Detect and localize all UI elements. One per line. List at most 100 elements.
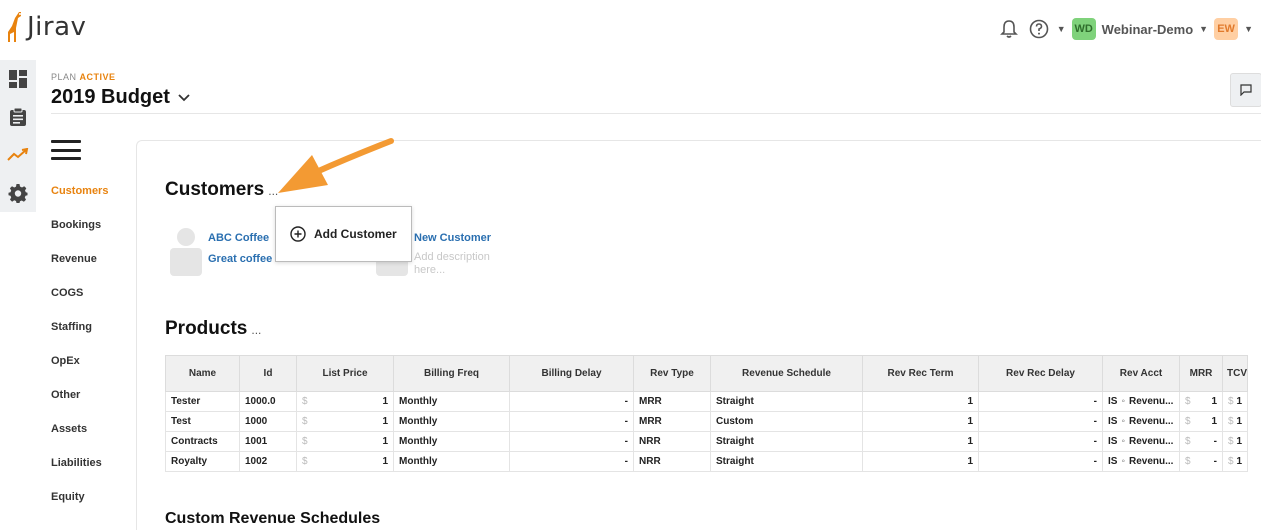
- user-avatar[interactable]: EW: [1214, 18, 1239, 40]
- rev-rec-term-cell[interactable]: 1: [967, 456, 973, 467]
- rev-type-cell[interactable]: MRR: [639, 416, 662, 427]
- product-id-cell[interactable]: 1002: [245, 456, 267, 467]
- add-customer-popover[interactable]: Add Customer: [275, 206, 412, 262]
- rev-rec-delay-cell[interactable]: -: [1094, 396, 1097, 407]
- column-header[interactable]: Id: [239, 355, 297, 392]
- clipboard-icon[interactable]: [0, 98, 36, 136]
- list-price-cell[interactable]: 1: [382, 396, 388, 407]
- dashboard-icon[interactable]: [0, 60, 36, 98]
- revenue-schedule-cell[interactable]: Straight: [716, 436, 754, 447]
- gear-icon[interactable]: [0, 174, 36, 212]
- nav-item-revenue[interactable]: Revenue: [51, 252, 108, 286]
- product-name-cell[interactable]: Contracts: [171, 436, 218, 447]
- nav-item-other[interactable]: Other: [51, 388, 108, 422]
- column-header[interactable]: TCV: [1222, 355, 1248, 392]
- products-more-button[interactable]: ...: [251, 323, 261, 337]
- billing-freq-cell[interactable]: Monthly: [399, 416, 437, 427]
- rev-acct-cell[interactable]: Revenu...: [1129, 416, 1173, 427]
- revenue-schedule-cell[interactable]: Straight: [716, 396, 754, 407]
- column-header[interactable]: Revenue Schedule: [710, 355, 863, 392]
- plan-title-selector[interactable]: 2019 Budget: [51, 86, 190, 109]
- nav-item-staffing[interactable]: Staffing: [51, 320, 108, 354]
- rev-rec-delay-cell[interactable]: -: [1094, 416, 1097, 427]
- product-name-cell[interactable]: Test: [171, 416, 191, 427]
- nav-item-opex[interactable]: OpEx: [51, 354, 108, 388]
- rev-acct-type-cell[interactable]: IS: [1108, 436, 1117, 447]
- workspace-caret-icon[interactable]: ▼: [1199, 24, 1208, 34]
- column-header[interactable]: Rev Rec Delay: [978, 355, 1103, 392]
- nav-item-bookings[interactable]: Bookings: [51, 218, 108, 252]
- table-row[interactable]: Contracts 1001 $1 Monthly - NRR Straight 1- IS ◦ R…: [165, 431, 1248, 452]
- app-logo[interactable]: Jirav: [4, 10, 86, 44]
- billing-freq-cell[interactable]: Monthly: [399, 456, 437, 467]
- rev-rec-term-cell[interactable]: 1: [967, 436, 973, 447]
- mrr-cell[interactable]: 1: [1211, 396, 1217, 407]
- table-row[interactable]: Tester 1000.0 $1 Monthly - MRR Straight 1- IS ◦ Re…: [165, 391, 1248, 412]
- revenue-schedule-cell[interactable]: Straight: [716, 456, 754, 467]
- tcv-cell[interactable]: 1: [1236, 436, 1242, 447]
- nav-item-assets[interactable]: Assets: [51, 422, 108, 456]
- mrr-cell[interactable]: -: [1214, 456, 1217, 467]
- table-row[interactable]: Test 1000 $1 Monthly - MRR Custom 1- IS ◦ Revenu..…: [165, 411, 1248, 432]
- rev-acct-type-cell[interactable]: IS: [1108, 456, 1117, 467]
- nav-item-equity[interactable]: Equity: [51, 490, 108, 524]
- product-name-cell[interactable]: Royalty: [171, 456, 207, 467]
- billing-freq-cell[interactable]: Monthly: [399, 396, 437, 407]
- rev-acct-cell[interactable]: Revenu...: [1129, 436, 1173, 447]
- customer-card[interactable]: ABC Coffee Great coffee: [170, 228, 272, 276]
- column-header[interactable]: Name: [165, 355, 240, 392]
- column-header[interactable]: List Price: [296, 355, 394, 392]
- table-row[interactable]: Royalty 1002 $1 Monthly - NRR Straight 1- IS ◦ Rev…: [165, 451, 1248, 472]
- product-id-cell[interactable]: 1001: [245, 436, 267, 447]
- mrr-cell[interactable]: 1: [1211, 416, 1217, 427]
- trend-icon[interactable]: [0, 136, 36, 174]
- nav-item-liabilities[interactable]: Liabilities: [51, 456, 108, 490]
- rev-type-cell[interactable]: NRR: [639, 436, 661, 447]
- nav-item-cogs[interactable]: COGS: [51, 286, 108, 320]
- billing-delay-cell[interactable]: -: [625, 436, 628, 447]
- add-customer-button[interactable]: Add Customer: [314, 227, 397, 241]
- revenue-schedule-cell[interactable]: Custom: [716, 416, 753, 427]
- list-price-cell[interactable]: 1: [382, 436, 388, 447]
- rev-rec-delay-cell[interactable]: -: [1094, 456, 1097, 467]
- rev-rec-term-cell[interactable]: 1: [967, 416, 973, 427]
- rev-rec-delay-cell[interactable]: -: [1094, 436, 1097, 447]
- mrr-cell[interactable]: -: [1214, 436, 1217, 447]
- column-header[interactable]: Rev Acct: [1102, 355, 1180, 392]
- rev-acct-cell[interactable]: Revenu...: [1129, 396, 1173, 407]
- rev-rec-term-cell[interactable]: 1: [967, 396, 973, 407]
- rev-acct-cell[interactable]: Revenu...: [1129, 456, 1173, 467]
- billing-delay-cell[interactable]: -: [625, 456, 628, 467]
- comment-button[interactable]: [1230, 73, 1261, 107]
- workspace-avatar[interactable]: WD: [1071, 18, 1096, 40]
- billing-delay-cell[interactable]: -: [625, 396, 628, 407]
- product-name-cell[interactable]: Tester: [171, 396, 200, 407]
- billing-delay-cell[interactable]: -: [625, 416, 628, 427]
- rev-type-cell[interactable]: NRR: [639, 456, 661, 467]
- rev-type-cell[interactable]: MRR: [639, 396, 662, 407]
- customer-description[interactable]: Great coffee: [208, 253, 272, 265]
- product-id-cell[interactable]: 1000: [245, 416, 267, 427]
- column-header[interactable]: MRR: [1179, 355, 1223, 392]
- rev-acct-type-cell[interactable]: IS: [1108, 396, 1117, 407]
- customer-name[interactable]: New Customer: [414, 232, 504, 244]
- column-header[interactable]: Rev Type: [633, 355, 711, 392]
- list-price-cell[interactable]: 1: [382, 416, 388, 427]
- customer-description-placeholder[interactable]: Add description here...: [414, 251, 504, 277]
- workspace-selector[interactable]: Webinar-Demo: [1102, 22, 1194, 37]
- billing-freq-cell[interactable]: Monthly: [399, 436, 437, 447]
- menu-icon[interactable]: [51, 140, 81, 160]
- customer-name[interactable]: ABC Coffee: [208, 232, 272, 244]
- help-icon[interactable]: [1027, 17, 1051, 41]
- product-id-cell[interactable]: 1000.0: [245, 396, 276, 407]
- column-header[interactable]: Rev Rec Term: [862, 355, 979, 392]
- bell-icon[interactable]: [997, 17, 1021, 41]
- tcv-cell[interactable]: 1: [1236, 456, 1242, 467]
- tcv-cell[interactable]: 1: [1236, 416, 1242, 427]
- user-caret-icon[interactable]: ▼: [1244, 24, 1253, 34]
- column-header[interactable]: Billing Delay: [509, 355, 634, 392]
- rev-acct-type-cell[interactable]: IS: [1108, 416, 1117, 427]
- tcv-cell[interactable]: 1: [1236, 396, 1242, 407]
- nav-item-customers[interactable]: Customers: [51, 184, 108, 218]
- column-header[interactable]: Billing Freq: [393, 355, 510, 392]
